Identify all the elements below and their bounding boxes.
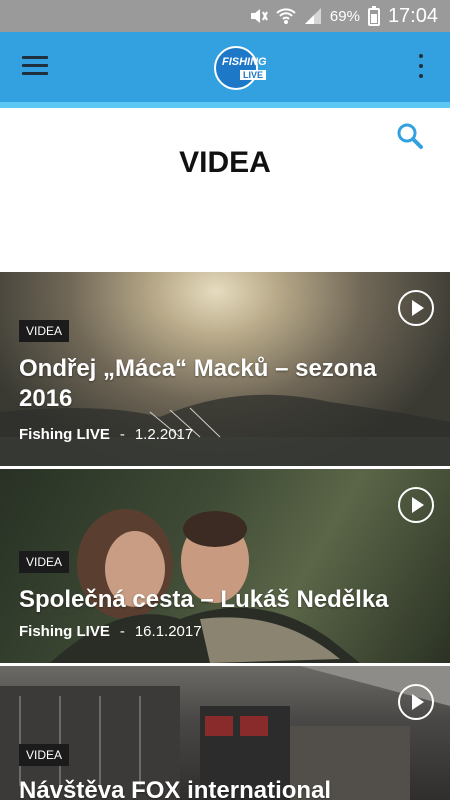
play-icon[interactable] (398, 487, 434, 523)
category-badge: VIDEA (19, 744, 70, 766)
category-badge: VIDEA (19, 320, 70, 342)
battery-percent: 69% (329, 7, 360, 25)
play-icon[interactable] (398, 290, 434, 326)
menu-icon[interactable] (22, 56, 48, 78)
app-logo: FISHING LIVE (210, 46, 267, 90)
category-badge: VIDEA (19, 551, 70, 573)
video-card[interactable]: VIDEA Společná cesta – Lukáš Nedělka Fis… (0, 469, 450, 663)
video-title[interactable]: Návštěva FOX international (19, 776, 430, 800)
video-title[interactable]: Společná cesta – Lukáš Nedělka (19, 585, 430, 615)
main-content: VIDEA VIDEA Ondřej „Máca“ Macků – sezona… (0, 108, 450, 800)
clock: 17:04 (387, 4, 438, 27)
meta-separator: - (119, 623, 125, 640)
mute-icon (250, 9, 268, 23)
video-card[interactable]: VIDEA Návštěva FOX international (0, 666, 450, 800)
video-date: 16.1.2017 (134, 623, 202, 640)
video-meta: Fishing LIVE -1.2.2017 (19, 426, 193, 443)
video-author: Fishing LIVE (19, 426, 110, 443)
more-options-icon[interactable] (418, 54, 424, 80)
battery-icon (367, 6, 380, 26)
logo-live-text: LIVE (240, 70, 267, 80)
logo-circle (214, 46, 258, 90)
video-meta: Fishing LIVE -16.1.2017 (19, 623, 202, 640)
play-icon[interactable] (398, 684, 434, 720)
video-title[interactable]: Ondřej „Máca“ Macků – sezona 2016 (19, 354, 430, 414)
status-icons: 69% 17:04 (248, 0, 438, 32)
wifi-icon (276, 8, 296, 24)
video-author: Fishing LIVE (19, 623, 110, 640)
video-date: 1.2.2017 (134, 426, 194, 443)
meta-separator: - (119, 426, 125, 443)
signal-icon (304, 8, 321, 24)
page-title: VIDEA (179, 146, 271, 179)
logo-fishing-text: FISHING (222, 56, 267, 68)
app-bar: FISHING LIVE (0, 32, 450, 108)
video-card[interactable]: VIDEA Ondřej „Máca“ Macků – sezona 2016 … (0, 272, 450, 466)
status-bar: 69% 17:04 (0, 0, 450, 32)
